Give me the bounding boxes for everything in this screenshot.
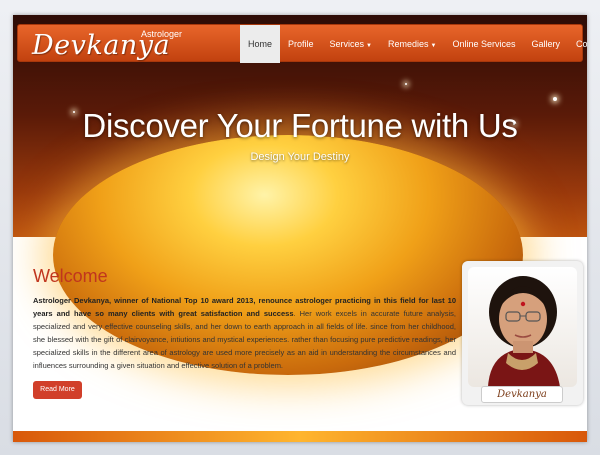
nav-online-services[interactable]: Online Services	[444, 25, 523, 63]
nav-label: Gallery	[531, 39, 561, 49]
hero-banner: Devkanya Astrologer Home Profile Service…	[13, 15, 587, 375]
profile-caption: Devkanya	[481, 386, 563, 403]
top-navbar: Devkanya Astrologer Home Profile Service…	[17, 24, 587, 63]
nav-home[interactable]: Home	[240, 25, 281, 63]
site-logo[interactable]: Devkanya Astrologer	[30, 25, 220, 63]
logo-tagline: Astrologer	[141, 29, 183, 39]
profile-photo	[468, 267, 577, 387]
nav-label: Home	[248, 39, 273, 49]
nav-label: Services	[329, 39, 365, 49]
welcome-paragraph: Astrologer Devkanya, winner of National …	[33, 294, 456, 372]
nav-label: Contacts	[576, 39, 587, 49]
nav-services[interactable]: Services ▼	[322, 25, 380, 63]
nav-profile[interactable]: Profile	[280, 25, 322, 63]
nav-remedies[interactable]: Remedies ▼	[380, 25, 444, 63]
nav-contacts[interactable]: Contacts	[568, 25, 587, 63]
nav-label: Online Services	[452, 39, 516, 49]
profile-photo-card: Devkanya	[462, 261, 583, 405]
hero-title: Discover Your Fortune with Us	[82, 107, 518, 144]
portrait-illustration	[488, 276, 560, 387]
hero-subtitle: Design Your Destiny	[250, 151, 350, 163]
welcome-body-text: . Her work excels in accurate future ana…	[33, 309, 457, 370]
star-sparkle	[553, 97, 557, 101]
page-frame: Devkanya Astrologer Home Profile Service…	[13, 15, 587, 442]
nav-label: Remedies	[388, 39, 429, 49]
nav-gallery[interactable]: Gallery	[524, 25, 569, 63]
read-more-button[interactable]: Read More	[33, 381, 82, 399]
welcome-heading: Welcome	[33, 266, 108, 286]
caret-down-icon: ▼	[366, 43, 372, 49]
caret-down-icon: ▼	[430, 43, 437, 49]
footer-strip	[13, 431, 587, 442]
main-nav: Home Profile Services ▼ Remedies ▼ Online …	[240, 25, 587, 63]
nav-label: Profile	[288, 39, 314, 49]
star-sparkle	[405, 83, 407, 85]
